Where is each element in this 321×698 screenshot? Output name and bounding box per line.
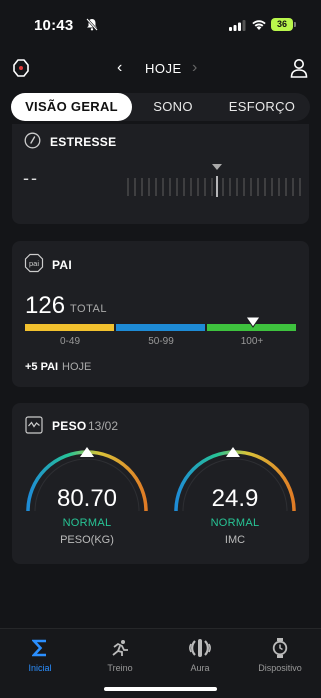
pai-icon: pai — [24, 253, 44, 273]
date-navigation: ‹ HOJE › — [0, 55, 321, 83]
weight-label: PESO(KG) — [60, 534, 114, 546]
home-indicator[interactable] — [104, 687, 217, 691]
stress-scale — [127, 164, 301, 197]
weight-status: NORMAL — [62, 517, 112, 529]
stress-card[interactable]: ESTRESSE -- — [12, 124, 309, 224]
bell-off-icon — [86, 18, 98, 31]
runner-icon — [112, 640, 128, 656]
weight-card[interactable]: PESO 13/02 80.70 NORMAL PESO(KG) 24.9 NO… — [12, 403, 309, 564]
nav-device[interactable]: Dispositivo — [248, 637, 312, 673]
stress-value: -- — [23, 168, 39, 188]
nav-aura-label: Aura — [190, 663, 210, 673]
nav-home[interactable]: Inicial — [8, 637, 72, 673]
nav-workout[interactable]: Treino — [88, 637, 152, 673]
bmi-value: 24.9 — [211, 485, 259, 512]
svg-text:pai: pai — [29, 259, 39, 268]
stress-title: ESTRESSE — [50, 135, 117, 149]
bmi-status: NORMAL — [210, 517, 260, 529]
tab-effort[interactable]: ESFORÇO — [214, 93, 310, 121]
pai-today-value: +5 PAI — [25, 361, 59, 373]
date-label: HOJE — [145, 61, 182, 76]
battery-indicator: 36 — [271, 18, 296, 31]
pai-range-high: 100+ — [240, 336, 264, 347]
tab-sleep[interactable]: SONO — [132, 93, 214, 121]
wifi-icon — [252, 20, 266, 30]
status-bar: 10:43 36 — [0, 0, 321, 50]
pai-unit: TOTAL — [70, 303, 107, 315]
weight-date: 13/02 — [88, 419, 119, 433]
pai-today-label: HOJE — [62, 361, 92, 373]
watch-device-icon — [272, 638, 288, 658]
pai-title: PAI — [52, 258, 73, 272]
pai-card[interactable]: pai PAI 126 TOTAL 0-49 50-99 100+ +5 PAI… — [12, 241, 309, 387]
pai-level-marker — [245, 317, 260, 328]
pai-bar-mid — [116, 324, 205, 331]
bmi-label: IMC — [224, 534, 246, 546]
pai-range-low: 0-49 — [59, 336, 80, 347]
tab-overview[interactable]: VISÃO GERAL — [11, 93, 132, 121]
status-time: 10:43 — [34, 17, 74, 34]
weight-chart-icon — [25, 416, 43, 434]
tab-bar: VISÃO GERAL SONO ESFORÇO — [11, 93, 310, 121]
stress-gauge-icon — [24, 132, 41, 149]
pai-range-mid: 50-99 — [148, 336, 174, 347]
next-day-button[interactable]: › — [192, 59, 197, 77]
nav-aura[interactable]: Aura — [168, 637, 232, 673]
pai-value: 126 — [25, 292, 66, 319]
nav-workout-label: Treino — [107, 663, 133, 673]
aura-icon — [189, 639, 211, 657]
profile-icon[interactable] — [290, 58, 308, 78]
watch-icon[interactable] — [13, 59, 29, 77]
signal-icon — [229, 20, 246, 31]
nav-device-label: Dispositivo — [258, 663, 302, 673]
weight-title: PESO — [52, 419, 87, 433]
sigma-icon — [32, 639, 46, 657]
nav-home-label: Inicial — [28, 663, 52, 673]
pai-bar-low — [25, 324, 114, 331]
previous-day-button[interactable]: ‹ — [117, 59, 122, 77]
weight-value: 80.70 — [56, 485, 118, 512]
